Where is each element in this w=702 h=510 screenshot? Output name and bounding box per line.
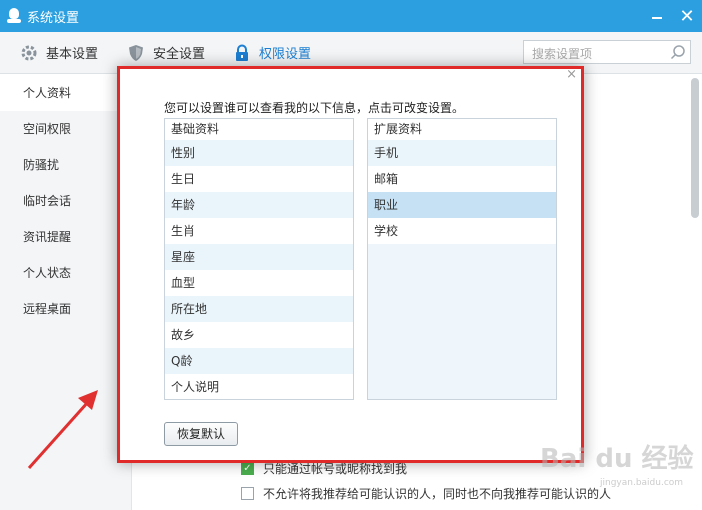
watermark-logo: Bai du 经验 [540, 444, 694, 474]
annotation-arrow-icon [27, 390, 98, 469]
watermark-url: jingyan.baidu.com [600, 478, 684, 488]
